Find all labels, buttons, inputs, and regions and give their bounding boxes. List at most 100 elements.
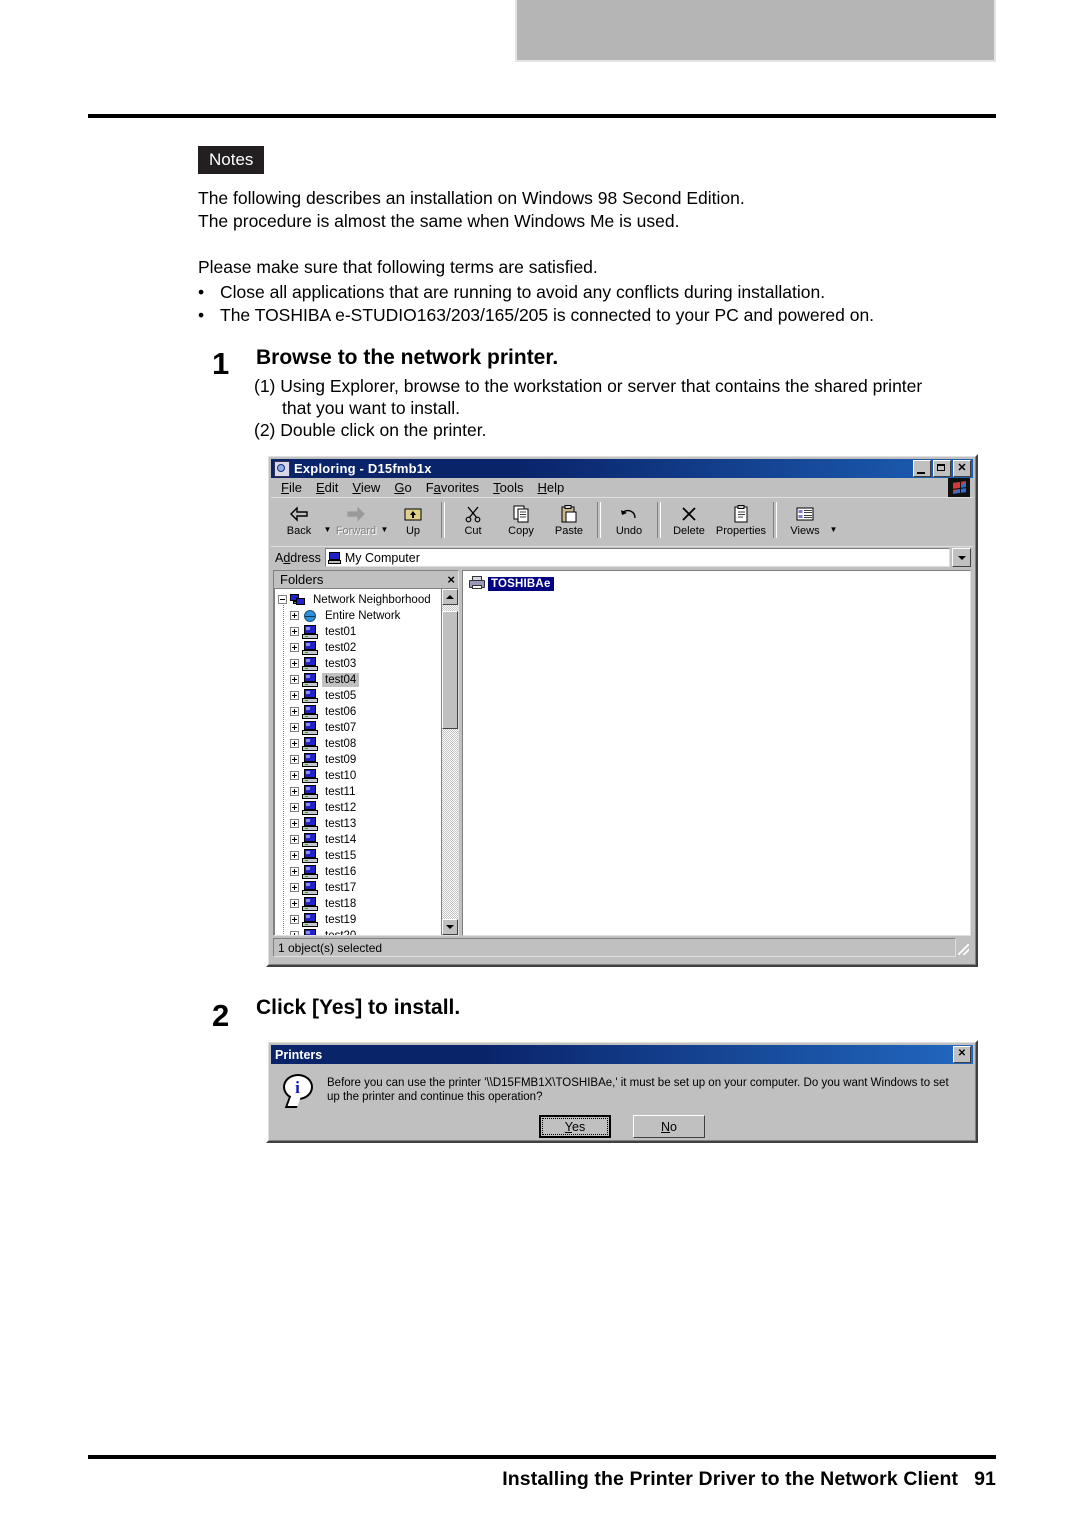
folders-pane-close-icon[interactable]: × <box>447 572 455 587</box>
tree-item[interactable]: test16 <box>278 864 441 880</box>
expand-plus-icon[interactable] <box>290 611 299 621</box>
back-dropdown-icon[interactable]: ▼ <box>323 526 332 534</box>
toolbar-forward-button[interactable]: Forward <box>332 500 380 544</box>
expand-plus-icon[interactable] <box>290 771 299 781</box>
up-folder-icon <box>403 503 423 524</box>
close-button[interactable]: ✕ <box>953 460 971 477</box>
tree-vertical-scrollbar[interactable] <box>441 588 458 935</box>
maximize-button[interactable] <box>933 460 951 477</box>
expand-plus-icon[interactable] <box>290 915 299 925</box>
menu-go[interactable]: Go <box>388 479 419 496</box>
tree-item[interactable]: test15 <box>278 848 441 864</box>
tree-item[interactable]: Entire Network <box>278 608 441 624</box>
tree-item[interactable]: test05 <box>278 688 441 704</box>
toolbar-cut-button[interactable]: Cut <box>449 500 497 544</box>
expand-plus-icon[interactable] <box>290 899 299 909</box>
tree-item[interactable]: test03 <box>278 656 441 672</box>
expand-plus-icon[interactable] <box>290 835 299 845</box>
menu-edit[interactable]: Edit <box>310 479 346 496</box>
tree-item[interactable]: test04 <box>278 672 441 688</box>
resize-grip-icon[interactable] <box>956 938 971 957</box>
toolbar-paste-button[interactable]: Paste <box>545 500 593 544</box>
file-item-toshibae[interactable]: TOSHIBAe <box>468 576 554 591</box>
explorer-title-bar[interactable]: Exploring - D15fmb1x ✕ <box>271 459 973 478</box>
computer-icon <box>302 912 318 927</box>
collapse-minus-icon[interactable] <box>278 595 287 605</box>
tree-item[interactable]: test11 <box>278 784 441 800</box>
menu-view[interactable]: View <box>346 479 388 496</box>
toolbar-up-button[interactable]: Up <box>389 500 437 544</box>
toolbar-paste-label: Paste <box>554 525 584 537</box>
delete-x-icon <box>680 503 698 524</box>
tree-item[interactable]: test18 <box>278 896 441 912</box>
tree-item[interactable]: test17 <box>278 880 441 896</box>
forward-dropdown-icon[interactable]: ▼ <box>380 526 389 534</box>
views-dropdown-icon[interactable]: ▼ <box>829 526 838 534</box>
tree-item[interactable]: test06 <box>278 704 441 720</box>
expand-plus-icon[interactable] <box>290 867 299 877</box>
scroll-thumb[interactable] <box>442 610 458 729</box>
expand-plus-icon[interactable] <box>290 851 299 861</box>
minimize-button[interactable] <box>913 460 931 477</box>
toolbar-delete-button[interactable]: Delete <box>665 500 713 544</box>
tree-item-label: test18 <box>325 897 357 910</box>
notes-bullet-2-text: The TOSHIBA e-STUDIO163/203/165/205 is c… <box>220 305 875 325</box>
expand-plus-icon[interactable] <box>290 931 299 935</box>
tree-item[interactable]: test19 <box>278 912 441 928</box>
menu-help[interactable]: Help <box>532 479 573 496</box>
expand-plus-icon[interactable] <box>290 755 299 765</box>
yes-button[interactable]: Yes <box>539 1115 611 1138</box>
tree-item[interactable]: Network Neighborhood <box>278 592 441 608</box>
file-list-pane[interactable]: TOSHIBAe <box>462 570 971 936</box>
explorer-app-icon <box>274 460 290 477</box>
scroll-up-button[interactable] <box>442 588 458 605</box>
tree-item-label: test17 <box>325 881 357 894</box>
toolbar-back-button[interactable]: Back <box>275 500 323 544</box>
toolbar-views-button[interactable]: Views <box>781 500 829 544</box>
tree-item[interactable]: test08 <box>278 736 441 752</box>
toolbar-properties-button[interactable]: Properties <box>713 500 769 544</box>
toolbar-copy-button[interactable]: Copy <box>497 500 545 544</box>
tree-item[interactable]: test09 <box>278 752 441 768</box>
tree-item-label: test03 <box>325 657 357 670</box>
folders-tree[interactable]: Network Neighborhood Entire Network test01… <box>275 589 441 935</box>
no-button[interactable]: No <box>633 1115 705 1138</box>
tree-item[interactable]: test02 <box>278 640 441 656</box>
expand-plus-icon[interactable] <box>290 707 299 717</box>
printers-dialog-close-button[interactable]: ✕ <box>953 1046 971 1063</box>
toolbar-up-label: Up <box>405 525 421 537</box>
tree-item[interactable]: test10 <box>278 768 441 784</box>
menu-tools[interactable]: Tools <box>487 479 531 496</box>
expand-plus-icon[interactable] <box>290 659 299 669</box>
address-dropdown-button[interactable] <box>952 548 971 567</box>
expand-plus-icon[interactable] <box>290 883 299 893</box>
expand-plus-icon[interactable] <box>290 787 299 797</box>
scroll-track-lower[interactable] <box>442 728 458 919</box>
expand-plus-icon[interactable] <box>290 691 299 701</box>
tree-item[interactable]: test07 <box>278 720 441 736</box>
address-value: My Computer <box>344 550 420 565</box>
printers-dialog-title-bar[interactable]: Printers ✕ <box>271 1045 973 1064</box>
expand-plus-icon[interactable] <box>290 627 299 637</box>
expand-plus-icon[interactable] <box>290 739 299 749</box>
expand-plus-icon[interactable] <box>290 723 299 733</box>
tree-item[interactable]: test01 <box>278 624 441 640</box>
folders-pane-header: Folders × <box>274 571 458 588</box>
expand-plus-icon[interactable] <box>290 819 299 829</box>
menu-file[interactable]: File <box>275 479 310 496</box>
tree-item[interactable]: test14 <box>278 832 441 848</box>
toolbar-undo-label: Undo <box>615 525 643 537</box>
address-input[interactable]: My Computer <box>324 548 950 567</box>
tree-item[interactable]: test13 <box>278 816 441 832</box>
expand-plus-icon[interactable] <box>290 675 299 685</box>
properties-icon <box>732 503 750 524</box>
menu-favorites[interactable]: Favorites <box>420 479 487 496</box>
tree-item[interactable]: test20 <box>278 928 441 935</box>
scroll-down-button[interactable] <box>442 919 458 935</box>
toolbar-undo-button[interactable]: Undo <box>605 500 653 544</box>
expand-plus-icon[interactable] <box>290 643 299 653</box>
step-1-substep-1: (1) Using Explorer, browse to the workst… <box>254 376 923 396</box>
tree-item[interactable]: test12 <box>278 800 441 816</box>
expand-plus-icon[interactable] <box>290 803 299 813</box>
window-controls: ✕ <box>913 460 971 477</box>
